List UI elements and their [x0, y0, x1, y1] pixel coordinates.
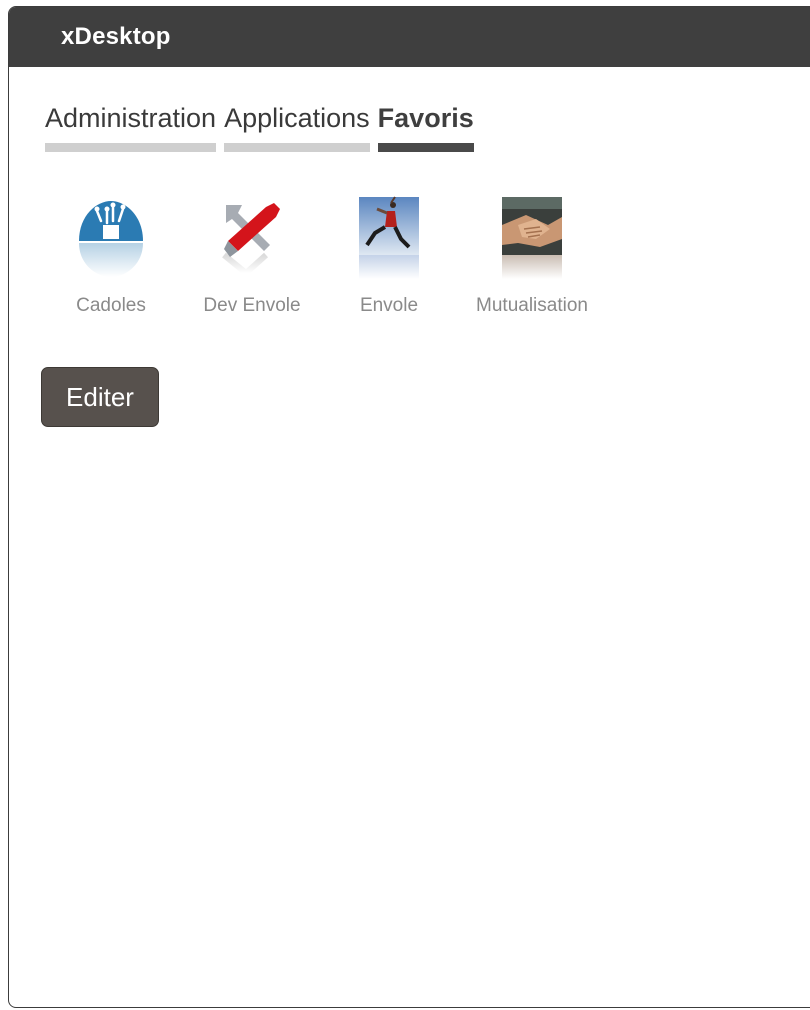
app-mutualisation[interactable]: Mutualisation	[467, 195, 597, 317]
favorite-apps-grid: Cadoles Dev Envole Envole Mutualisation	[9, 195, 810, 335]
window-titlebar[interactable]: xDesktop	[9, 7, 810, 67]
tab-favoris-label: Favoris	[377, 103, 474, 133]
cadoles-dome-icon	[79, 201, 143, 277]
app-dev-envole-label: Dev Envole	[203, 295, 301, 316]
tab-administration-underline	[45, 143, 217, 152]
app-cadoles-label: Cadoles	[76, 295, 146, 316]
tab-favoris[interactable]: Favoris	[377, 100, 474, 152]
handshake-icon	[502, 197, 562, 279]
tab-favoris-underline	[377, 143, 474, 152]
xdesktop-window: xDesktop Administration Applications Fav…	[8, 6, 810, 1008]
category-tabs: Administration Applications Favoris	[45, 100, 482, 152]
leaping-person-icon	[359, 196, 419, 279]
tab-applications-underline	[224, 143, 370, 152]
tab-administration[interactable]: Administration	[45, 100, 217, 152]
app-cadoles[interactable]: Cadoles	[71, 195, 151, 317]
app-dev-envole[interactable]: Dev Envole	[197, 195, 307, 317]
tab-applications-label: Applications	[224, 103, 370, 133]
tab-applications[interactable]: Applications	[224, 100, 370, 152]
edit-button[interactable]: Editer	[41, 367, 159, 427]
app-envole[interactable]: Envole	[353, 195, 425, 317]
wrench-screwdriver-icon	[222, 203, 280, 277]
app-mutualisation-label: Mutualisation	[476, 295, 588, 316]
tab-administration-label: Administration	[45, 103, 217, 133]
app-envole-label: Envole	[359, 295, 419, 316]
window-title: xDesktop	[61, 23, 171, 50]
